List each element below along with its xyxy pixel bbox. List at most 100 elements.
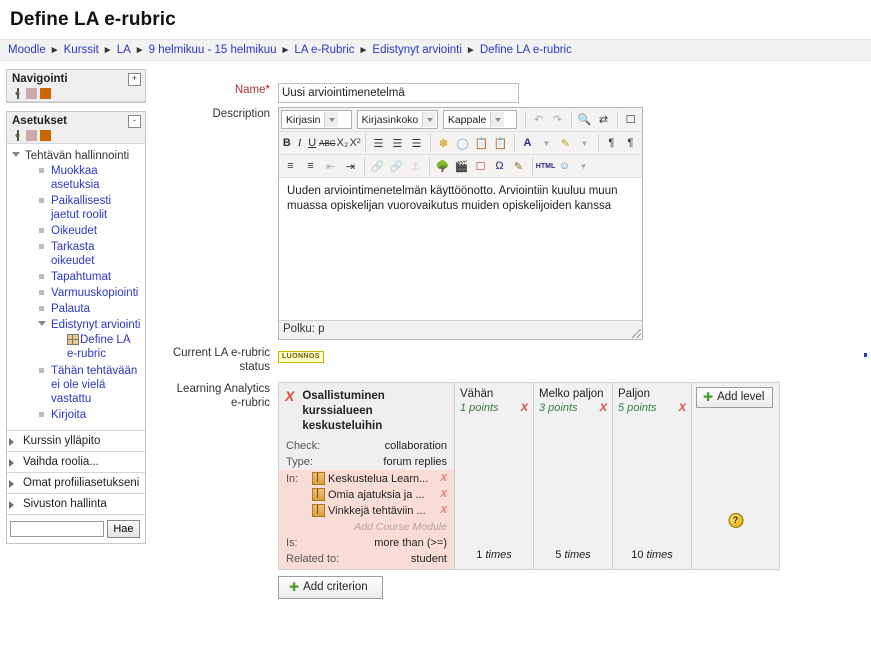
- dock-icon[interactable]: [26, 88, 37, 100]
- ltr-icon[interactable]: ¶: [602, 134, 621, 152]
- sidebar-item-no-submissions[interactable]: Tähän tehtävään ei ole vielä vastattu: [37, 363, 141, 407]
- criterion-name[interactable]: Osallistuminen kurssialueen keskusteluih…: [302, 389, 448, 434]
- breadcrumb-item-0[interactable]: Moodle: [8, 44, 46, 56]
- strikethrough-icon[interactable]: ABC: [319, 134, 335, 152]
- help-icon[interactable]: ?: [728, 513, 743, 528]
- level-times-row[interactable]: 10 times: [613, 549, 691, 561]
- sidebar-item-label[interactable]: Palauta: [51, 303, 90, 315]
- breadcrumb-item-3[interactable]: 9 helmikuu - 15 helmikuu: [149, 44, 277, 56]
- criterion-field-type[interactable]: Type: forum replies: [279, 454, 454, 470]
- hide-icon[interactable]: [40, 88, 51, 100]
- delete-module-icon[interactable]: X: [440, 473, 447, 484]
- sidebar-item-label[interactable]: Tähän tehtävään ei ole vielä vastattu: [51, 365, 137, 405]
- sidebar-item-label[interactable]: Edistynyt arviointi: [51, 319, 140, 331]
- sidebar-item-permissions[interactable]: Oikeudet: [37, 223, 141, 239]
- tree-node-assignment-admin[interactable]: Tehtävän hallinnointi Muokkaa asetuksia …: [11, 148, 141, 424]
- add-level-button[interactable]: ✚ Add level: [696, 387, 774, 408]
- image-icon[interactable]: 🌳: [433, 157, 452, 175]
- sidebar-item-define-la-erubric[interactable]: Define LA e-rubric: [63, 332, 141, 362]
- move-icon[interactable]: [12, 88, 23, 100]
- media-icon[interactable]: 🎬: [452, 157, 471, 175]
- emoticon-caret-icon[interactable]: ▼: [574, 157, 593, 175]
- sidebar-item-check-permissions[interactable]: Tarkasta oikeudet: [37, 239, 141, 269]
- nonbreaking-icon[interactable]: ☐: [471, 157, 490, 175]
- paragraph-format-select[interactable]: Kappale: [442, 110, 517, 129]
- special-char-icon[interactable]: Ω: [490, 157, 509, 175]
- level-name[interactable]: Vähän: [455, 383, 533, 402]
- background-color-icon[interactable]: ✎: [556, 134, 575, 152]
- hide-icon[interactable]: [40, 130, 51, 142]
- breadcrumb-item-1[interactable]: Kurssit: [64, 44, 99, 56]
- rtl-icon[interactable]: ¶: [621, 134, 640, 152]
- level-points[interactable]: 1 points: [460, 402, 499, 414]
- underline-icon[interactable]: U: [306, 134, 318, 152]
- chevron-down-icon[interactable]: [12, 152, 20, 157]
- criterion-field-check[interactable]: Check: collaboration: [279, 438, 454, 454]
- superscript-icon[interactable]: X²: [349, 134, 361, 152]
- sidebar-item-site-administration[interactable]: Sivuston hallinta: [7, 493, 145, 514]
- find-icon[interactable]: 🔍: [575, 111, 594, 129]
- emoticon-icon[interactable]: ☺: [555, 157, 574, 175]
- module-item[interactable]: Vinkkejä tehtäviin ... X: [286, 504, 447, 517]
- sidebar-item-switch-role[interactable]: Vaihda roolia...: [7, 451, 145, 472]
- sidebar-item-label[interactable]: Paikallisesti jaetut roolit: [51, 195, 111, 221]
- breadcrumb-item-6[interactable]: Define LA e-rubric: [480, 44, 572, 56]
- indent-icon[interactable]: ⇥: [341, 157, 360, 175]
- clean-format-icon[interactable]: ✽: [434, 134, 453, 152]
- sidebar-item-label[interactable]: Varmuuskopiointi: [51, 287, 138, 299]
- font-family-select[interactable]: Kirjasin: [281, 110, 352, 129]
- equation-icon[interactable]: ✎: [509, 157, 528, 175]
- search-input[interactable]: [10, 521, 104, 537]
- paste-text-icon[interactable]: 📋: [472, 134, 491, 152]
- level-name[interactable]: Paljon: [613, 383, 691, 402]
- chevron-down-icon[interactable]: [324, 112, 339, 127]
- text-color-icon[interactable]: A: [518, 134, 537, 152]
- move-icon[interactable]: [12, 130, 23, 142]
- chevron-down-icon[interactable]: [422, 112, 437, 127]
- search-button[interactable]: Hae: [107, 520, 140, 538]
- name-input[interactable]: [278, 83, 519, 103]
- sidebar-item-label[interactable]: Tapahtumat: [51, 271, 111, 283]
- sidebar-item-restore[interactable]: Palauta: [37, 301, 141, 317]
- align-right-icon[interactable]: ☰: [407, 134, 426, 152]
- link-icon[interactable]: 🔗: [368, 157, 387, 175]
- sidebar-item-course-administration[interactable]: Kurssin ylläpito: [7, 430, 145, 451]
- sidebar-item-edit-settings[interactable]: Muokkaa asetuksia: [37, 163, 141, 193]
- unordered-list-icon[interactable]: ≡: [281, 157, 300, 175]
- sidebar-item-write[interactable]: Kirjoita: [37, 407, 141, 423]
- delete-level-icon[interactable]: X: [679, 402, 686, 414]
- level-points[interactable]: 3 points: [539, 402, 578, 414]
- chevron-down-icon[interactable]: [490, 112, 505, 127]
- font-size-select[interactable]: Kirjasinkoko: [356, 110, 438, 129]
- redo-icon[interactable]: ↷: [548, 111, 567, 129]
- block-settings-collapse-toggle[interactable]: -: [128, 115, 141, 128]
- fullscreen-icon[interactable]: ☐: [621, 111, 640, 129]
- module-item[interactable]: Keskustelua Learn... X: [286, 472, 447, 485]
- sidebar-item-backup[interactable]: Varmuuskopiointi: [37, 285, 141, 301]
- dock-icon[interactable]: [26, 130, 37, 142]
- level-times-row[interactable]: 1 times: [455, 549, 533, 561]
- delete-module-icon[interactable]: X: [440, 505, 447, 516]
- sidebar-item-label[interactable]: Oikeudet: [51, 225, 97, 237]
- sidebar-item-label[interactable]: Kirjoita: [51, 409, 86, 421]
- subscript-icon[interactable]: X₂: [337, 134, 349, 152]
- html-source-icon[interactable]: HTML: [536, 157, 555, 175]
- undo-icon[interactable]: ↶: [529, 111, 548, 129]
- align-center-icon[interactable]: ☰: [388, 134, 407, 152]
- remove-format-icon[interactable]: ◯: [453, 134, 472, 152]
- align-left-icon[interactable]: ☰: [369, 134, 388, 152]
- delete-level-icon[interactable]: X: [600, 402, 607, 414]
- chevron-down-icon[interactable]: [38, 321, 46, 326]
- anchor-icon[interactable]: ⚓: [406, 157, 425, 175]
- delete-level-icon[interactable]: X: [521, 402, 528, 414]
- delete-module-icon[interactable]: X: [440, 489, 447, 500]
- add-course-module-link[interactable]: Add Course Module: [286, 520, 447, 535]
- chevron-down-icon[interactable]: ▼: [537, 134, 556, 152]
- add-criterion-button[interactable]: ✚ Add criterion: [278, 576, 383, 599]
- sidebar-item-label[interactable]: Muokkaa asetuksia: [51, 165, 100, 191]
- sidebar-item-events[interactable]: Tapahtumat: [37, 269, 141, 285]
- sidebar-item-my-profile-settings[interactable]: Omat profiiliasetukseni: [7, 472, 145, 493]
- level-times-row[interactable]: 5 times: [534, 549, 612, 561]
- level-name[interactable]: Melko paljon: [534, 383, 612, 402]
- block-navigation-expand-toggle[interactable]: +: [128, 73, 141, 86]
